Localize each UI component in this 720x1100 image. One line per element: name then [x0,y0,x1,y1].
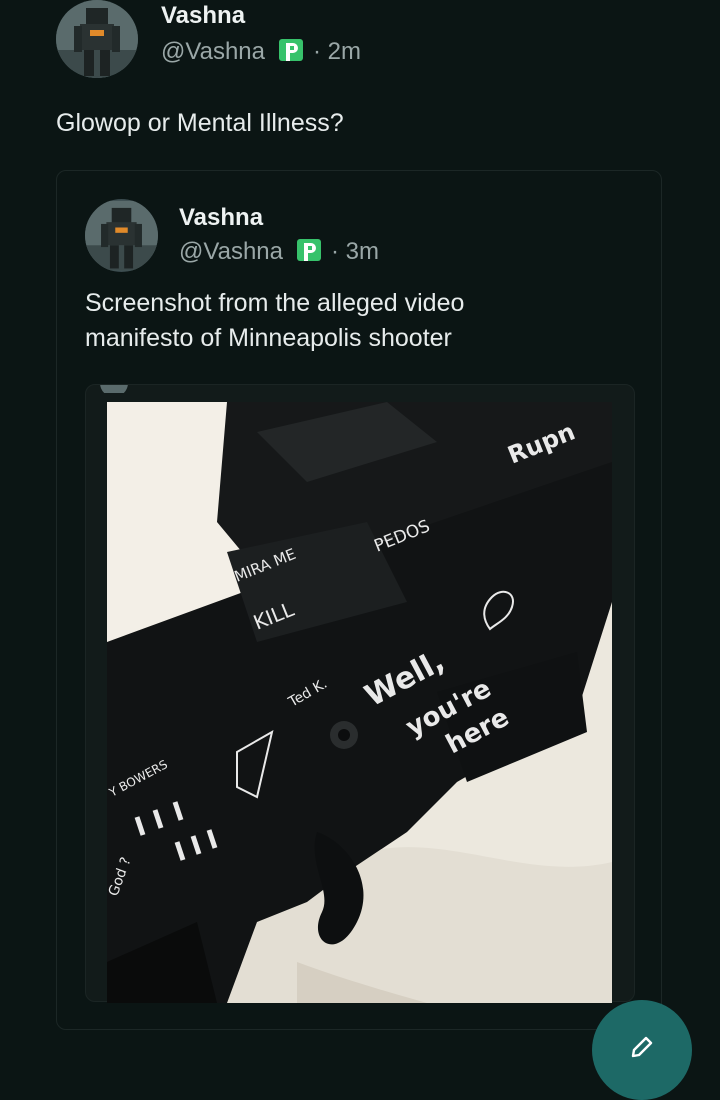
rifle-photo[interactable]: MIRA ME KILL PEDOS Ted K. Well, you're h… [107,402,612,1003]
quoted-author-handle[interactable]: @Vashna [179,238,283,266]
author-handle[interactable]: @Vashna [161,38,265,66]
author-name[interactable]: Vashna [161,2,245,30]
post-text: Glowop or Mental Illness? [56,109,344,137]
platform-badge-icon [296,239,321,265]
author-avatar[interactable] [56,0,138,78]
quoted-author-name[interactable]: Vashna [179,204,263,232]
compose-button[interactable] [592,1000,692,1100]
post-meta: @Vashna · 2m [161,38,361,66]
quoted-post-time[interactable]: · 3m [331,238,379,266]
quoted-text-line-2: manifesto of Minneapolis shooter [85,324,452,352]
quoted-text-line-1: Screenshot from the alleged video [85,289,465,317]
platform-badge-icon [278,39,303,65]
quoted-author-avatar[interactable] [85,199,158,272]
quoted-post-text: Screenshot from the alleged video manife… [85,286,464,356]
quoted-post-meta: @Vashna · 3m [179,238,379,266]
post-time[interactable]: · 2m [313,38,361,66]
pencil-icon [631,1036,653,1058]
